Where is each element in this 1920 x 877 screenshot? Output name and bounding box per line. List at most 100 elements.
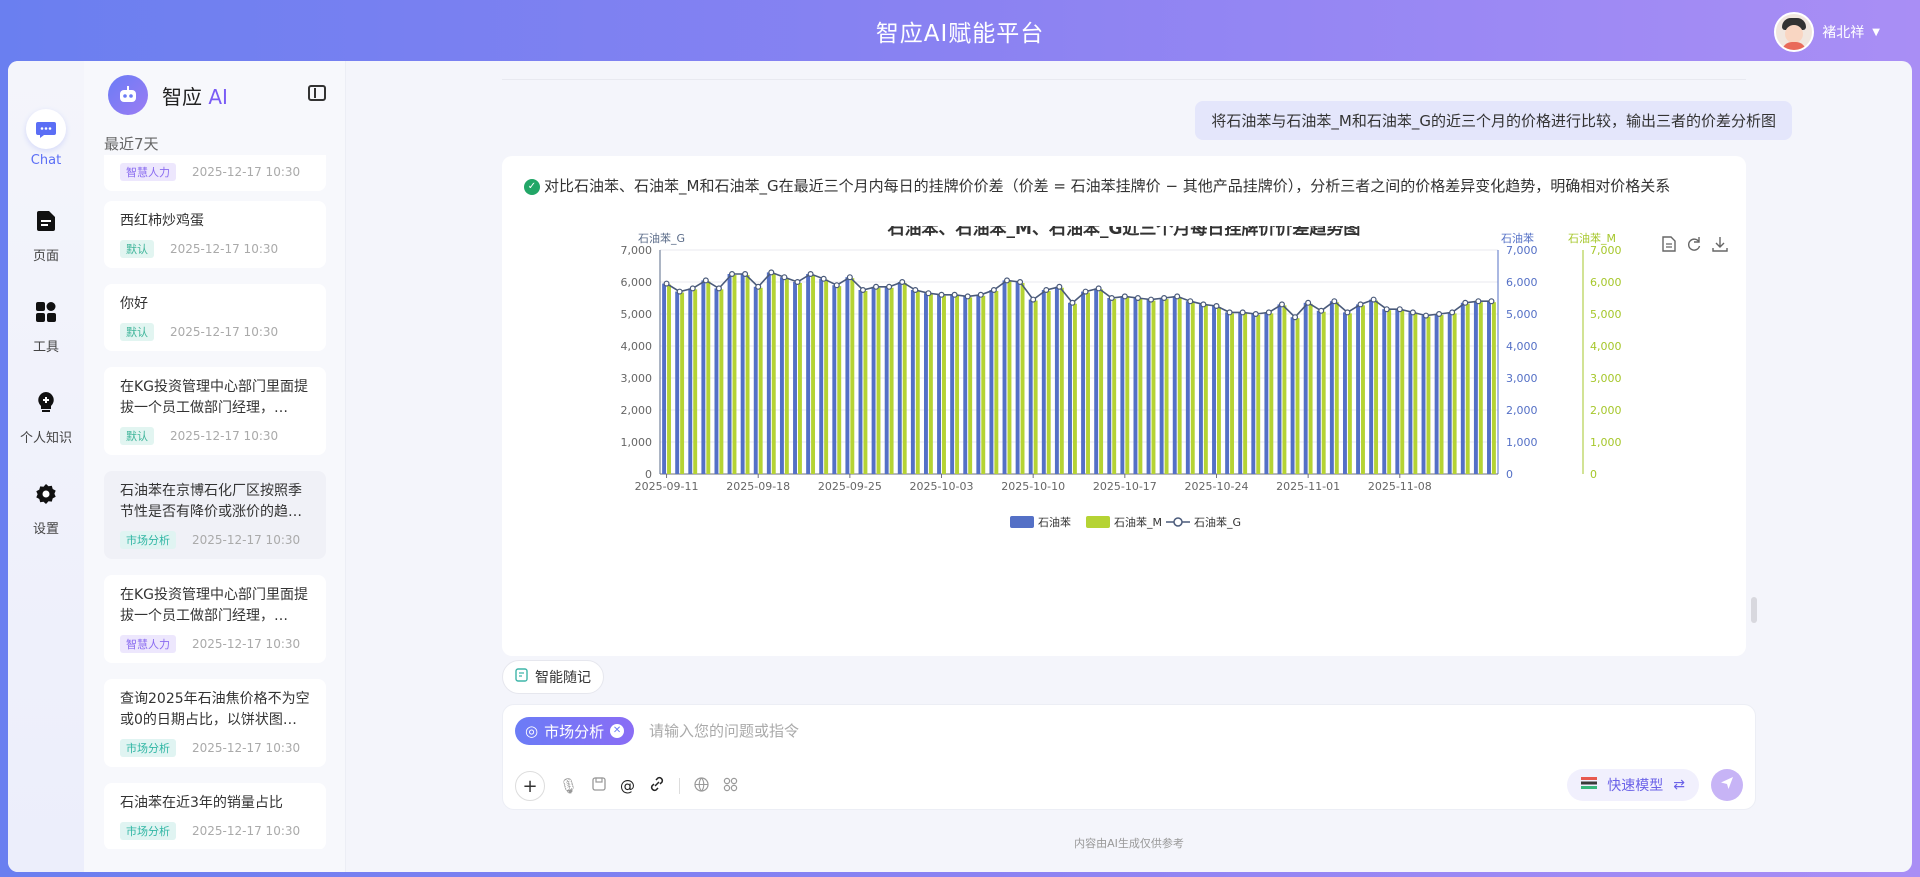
nav-item-page[interactable]: 页面 (8, 201, 84, 264)
model-selector[interactable]: 快速模型 ⇄ (1567, 769, 1699, 801)
chat-icon (26, 109, 66, 149)
sidebar-toggle-icon[interactable] (308, 85, 326, 101)
category-tag: 默认 (120, 427, 154, 445)
nav-item-tools[interactable]: 工具 (8, 292, 84, 355)
user-name[interactable]: 褚北祥 (1822, 22, 1864, 42)
point-shiyouben-g (1409, 309, 1416, 316)
list-item[interactable]: 石油苯在京博石化厂区按照季节性是否有降价或涨价的趋… 市场分析 2025-12-… (104, 471, 326, 559)
bar-shiyouben (1316, 310, 1321, 474)
bar-shiyouben-m (1374, 300, 1379, 474)
bar-shiyouben (1185, 301, 1190, 474)
point-shiyouben-g (702, 277, 709, 284)
conversation-date: 2025-12-17 10:30 (170, 429, 279, 443)
list-item[interactable]: 西红柿炒鸡蛋 默认 2025-12-17 10:30 (104, 201, 326, 268)
app-title: 智应AI赋能平台 (875, 21, 1045, 47)
bar-shiyouben (1447, 312, 1452, 474)
bar-shiyouben (701, 280, 706, 474)
nav-label: 个人知识 (19, 431, 72, 446)
conversation-title: 石油苯在近3年的销量占比 (120, 795, 283, 811)
close-icon[interactable]: ✕ (610, 724, 625, 738)
nav-item-chat[interactable]: Chat (8, 109, 84, 168)
bar-shiyouben (858, 290, 863, 474)
y-tick-label-right-outer: 4,000 (1590, 340, 1622, 353)
list-item[interactable]: 你好 默认 2025-12-17 10:30 (104, 284, 326, 351)
save-icon[interactable] (592, 777, 606, 795)
prompt-input[interactable] (649, 719, 1349, 743)
bar-shiyouben (688, 288, 693, 474)
point-shiyouben-g (1383, 306, 1390, 313)
conversation-date: 2025-12-17 10:30 (192, 824, 301, 838)
bar-shiyouben (1408, 312, 1413, 474)
bar-shiyouben-m (928, 294, 933, 474)
point-shiyouben-g (1422, 312, 1429, 319)
bar-shiyouben-m (1099, 289, 1104, 474)
send-button[interactable] (1711, 769, 1743, 801)
chevron-down-icon[interactable]: ▼ (1872, 27, 1880, 38)
bar-shiyouben (1198, 304, 1203, 474)
list-item[interactable]: 查询2025年石油焦价格不为空或0的日期占比，以饼状图… 市场分析 2025-1… (104, 679, 326, 767)
avatar[interactable] (1774, 12, 1815, 52)
conversation-date: 2025-12-17 10:30 (192, 533, 301, 547)
conversation-date: 2025-12-17 10:30 (192, 741, 301, 755)
point-shiyouben-g (1226, 309, 1233, 316)
point-shiyouben-g (768, 269, 775, 276)
y-tick-label-left: 1,000 (621, 436, 653, 449)
bar-shiyouben (1290, 317, 1295, 474)
bar-shiyouben-m (1256, 314, 1261, 474)
memo-icon (515, 668, 529, 686)
input-toolbar: + 🎙 @ (515, 771, 738, 801)
bar-shiyouben (1081, 291, 1086, 474)
microphone-icon[interactable]: 🎙 (559, 777, 578, 795)
point-shiyouben-g (1305, 299, 1312, 306)
nav-item-knowledge[interactable]: 个人知识 (8, 383, 84, 446)
bar-shiyouben (1356, 304, 1361, 474)
bar-shiyouben (1172, 296, 1177, 474)
list-item[interactable]: 在KG投资管理中心部门里面提拔一个员工做部门经理，… 默认 2025-12-17… (104, 367, 326, 455)
bar-shiyouben (923, 293, 928, 474)
list-item[interactable]: 在KG投资管理中心部门里面提拔一个员工做部门经理，… 智慧人力 2025-12-… (104, 575, 326, 663)
bar-shiyouben-m (1059, 287, 1064, 474)
bar-shiyouben-m (1151, 300, 1156, 474)
bar-shiyouben (989, 290, 994, 474)
nav-label: Chat (30, 153, 62, 168)
bar-shiyouben-m (1216, 306, 1221, 474)
y-axis-title-right: 石油苯 (1501, 231, 1534, 245)
bar-shiyouben (1159, 298, 1164, 474)
add-icon[interactable]: + (515, 771, 545, 801)
point-shiyouben-g (977, 291, 984, 298)
bar-shiyouben-m (784, 278, 789, 474)
ai-response-card: ✓ 对比石油苯、石油苯_M和石油苯_G在最近三个月内每日的挂牌价价差（价差 = … (502, 156, 1746, 656)
list-item[interactable]: 石油苯在近3年的销量占比 市场分析 2025-12-17 10:30 (104, 783, 326, 849)
bar-shiyouben-m (1177, 297, 1182, 474)
apps-icon[interactable] (723, 777, 738, 796)
conversation-list[interactable]: 智慧人力 2025-12-17 10:30 西红柿炒鸡蛋 默认 2025-12-… (104, 155, 326, 849)
list-item[interactable]: 智慧人力 2025-12-17 10:30 (104, 155, 326, 191)
point-shiyouben-g (663, 280, 670, 287)
globe-icon[interactable] (694, 776, 709, 796)
point-shiyouben-g (964, 293, 971, 300)
bar-shiyouben-m (1072, 303, 1077, 474)
bar-shiyouben (1382, 309, 1387, 474)
legend-label: 石油苯_G (1194, 515, 1241, 529)
user-menu[interactable]: 褚北祥 ▼ (1774, 12, 1880, 52)
bar-shiyouben (793, 282, 797, 474)
point-shiyouben-g (1462, 299, 1469, 306)
y-tick-label-right-outer: 0 (1590, 468, 1597, 481)
bar-shiyouben (662, 283, 667, 474)
bar-shiyouben-m (1347, 313, 1352, 474)
scrollbar[interactable] (1751, 597, 1757, 623)
smart-memo-button[interactable]: 智能随记 (502, 660, 604, 694)
bar-shiyouben-m (1033, 300, 1038, 474)
point-shiyouben-g (1030, 296, 1037, 303)
nav-item-settings[interactable]: 设置 (8, 474, 84, 537)
point-shiyouben-g (1252, 310, 1259, 317)
disclaimer: 内容由AI生成仅供参考 (1074, 837, 1184, 850)
bar-shiyouben-m (1452, 313, 1457, 474)
y-tick-label-left: 2,000 (621, 404, 653, 417)
ai-message: ✓ 对比石油苯、石油苯_M和石油苯_G在最近三个月内每日的挂牌价价差（价差 = … (524, 174, 1734, 198)
mention-icon[interactable]: @ (620, 777, 635, 795)
link-icon[interactable] (649, 776, 665, 796)
bar-shiyouben-m (732, 274, 737, 474)
category-tag: 默认 (120, 323, 154, 341)
mode-chip[interactable]: ◎ 市场分析 ✕ (515, 717, 635, 745)
